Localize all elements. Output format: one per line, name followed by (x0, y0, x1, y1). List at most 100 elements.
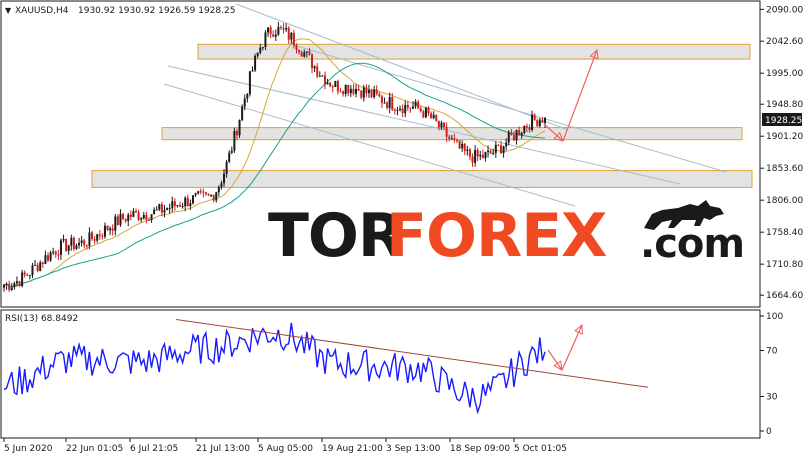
candle-body (41, 262, 44, 264)
candle-body (52, 251, 55, 253)
time-tick-label: 5 Oct 01:05 (514, 444, 567, 454)
candle-body (67, 245, 70, 251)
candle-body (295, 45, 298, 51)
candle-body (386, 102, 389, 108)
price-tick-label: 1853.60 (766, 164, 803, 174)
header-symbol: XAUUSD,H4 (15, 6, 69, 16)
candle-body (383, 102, 386, 104)
current-price-label: 1928.25 (765, 116, 802, 126)
candle-body (411, 106, 414, 109)
candle-body (15, 281, 18, 284)
candle-body (520, 132, 523, 136)
candle-body (435, 114, 438, 121)
price-axis: 2090.00 2042.60 1995.00 1948.80 1901.20 1853.… (760, 5, 803, 301)
candle-body (331, 86, 334, 88)
candle-body (419, 108, 422, 112)
rsi-tick-label: 30 (766, 393, 778, 403)
candle-body (235, 131, 238, 136)
candle-body (122, 214, 125, 219)
candle-body (489, 150, 492, 154)
candle-body (230, 150, 233, 153)
candle-body (184, 197, 187, 207)
candle-body (199, 191, 202, 193)
candle-body (375, 89, 378, 94)
candle-body (373, 89, 376, 98)
candle-body (91, 232, 94, 240)
logo-text-tor: TOR (268, 201, 404, 271)
candle-body (238, 119, 241, 136)
candle-body (116, 216, 119, 226)
candle-body (533, 114, 536, 121)
candle-body (318, 75, 321, 77)
candle-body (26, 274, 29, 276)
candle-body (241, 106, 244, 120)
candle-body (246, 94, 249, 99)
candle-body (135, 211, 138, 213)
candle-body (342, 91, 345, 95)
price-tick-label: 1664.60 (766, 291, 803, 301)
candle-body (323, 75, 326, 85)
candle-body (145, 214, 148, 220)
candle-body (344, 84, 347, 95)
rsi-tick-label: 100 (766, 312, 783, 322)
candle-body (21, 272, 24, 287)
candle-body (36, 264, 39, 272)
candle-body (492, 152, 495, 154)
candle-body (223, 173, 226, 184)
candle-body (455, 139, 458, 141)
time-tick-label: 22 Jun 01:05 (66, 444, 123, 454)
candle-body (339, 91, 342, 93)
candle-body (393, 109, 396, 111)
candle-body (93, 239, 96, 241)
candle-body (186, 197, 189, 207)
candle-body (189, 203, 192, 207)
candle-body (440, 122, 443, 128)
candle-body (326, 82, 329, 85)
candle-body (484, 152, 487, 159)
candle-body (282, 27, 285, 30)
candle-body (59, 240, 62, 255)
candle-body (3, 284, 5, 288)
candle-body (313, 66, 316, 69)
candle-body (499, 145, 502, 154)
time-tick-label: 3 Sep 13:00 (386, 444, 441, 454)
candle-body (538, 120, 541, 127)
candle-body (458, 140, 461, 149)
candle-body (512, 135, 515, 141)
candle-body (476, 150, 479, 157)
candle-body (450, 138, 453, 140)
candle-body (541, 120, 544, 123)
candle-body (181, 206, 184, 208)
candle-body (173, 201, 176, 206)
candle-body (78, 242, 81, 246)
candle-body (85, 245, 88, 247)
candle-body (191, 195, 194, 204)
candle-body (396, 109, 399, 111)
candle-body (98, 234, 101, 236)
candle-body (424, 107, 427, 118)
candle-body (129, 214, 132, 217)
rsi-tick-label: 70 (766, 347, 778, 357)
candle-body (277, 26, 280, 35)
candle-body (432, 114, 435, 119)
candle-body (72, 237, 75, 250)
candle-body (355, 88, 358, 94)
candle-body (176, 205, 179, 207)
candle-body (31, 265, 34, 276)
candle-body (316, 66, 319, 77)
candle-body (360, 90, 363, 98)
candle-body (166, 208, 169, 211)
candle-body (202, 191, 205, 193)
candle-body (57, 254, 60, 256)
price-zone (91, 170, 753, 188)
candle-body (443, 122, 446, 127)
candle-body (422, 111, 425, 118)
candle-body (34, 264, 37, 266)
candle-body (336, 80, 339, 92)
candle-body (88, 232, 91, 246)
candle-body (47, 255, 50, 261)
candle-body (261, 47, 264, 49)
rsi-label: RSI(13) 68.8492 (5, 314, 78, 324)
candle-body (479, 154, 482, 157)
price-zone (197, 43, 751, 60)
